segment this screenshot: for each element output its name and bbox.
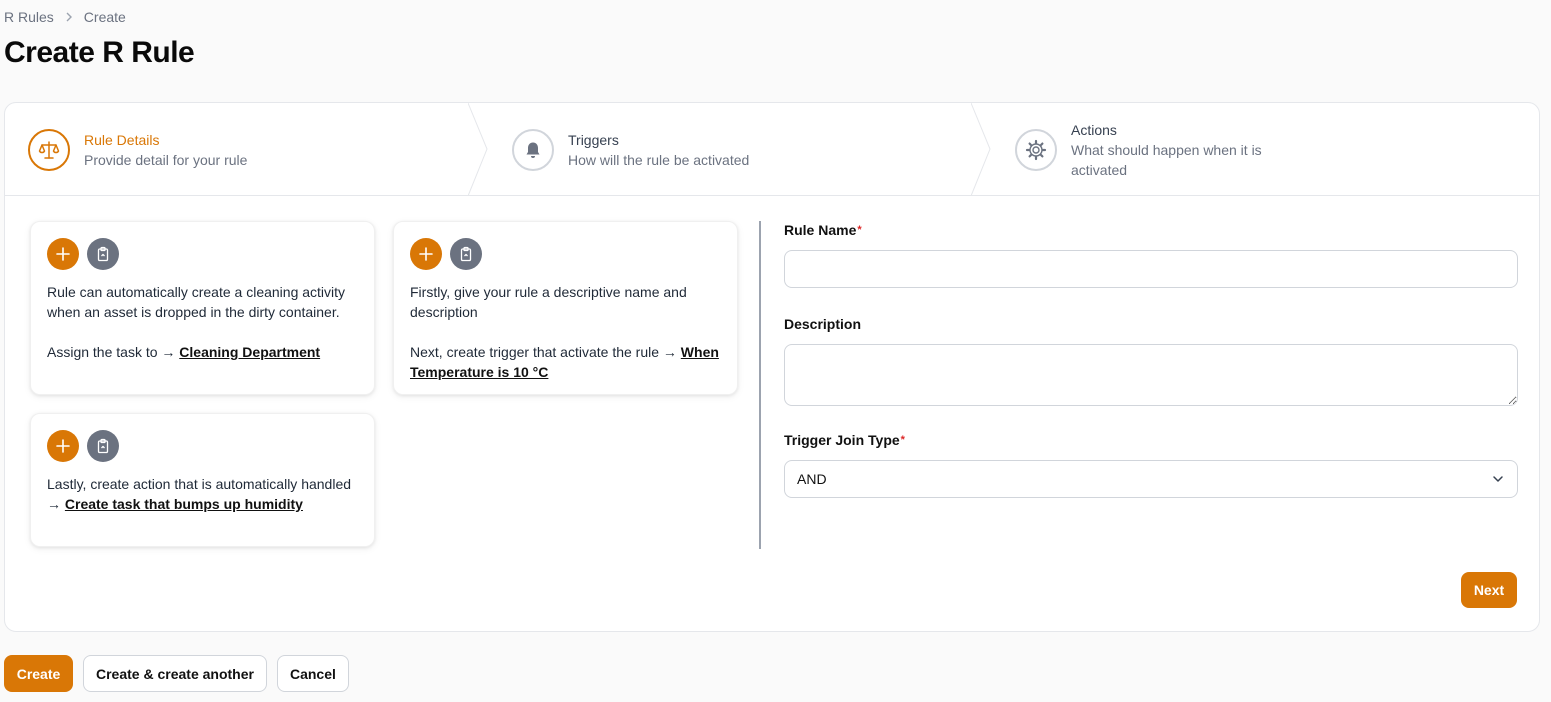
trigger-join-type-select[interactable]: AND bbox=[784, 460, 1518, 498]
rule-form: Rule Name* Description Trigger Join Type… bbox=[784, 220, 1518, 498]
tip-text: Next, create trigger that activate the r… bbox=[410, 342, 721, 382]
gear-icon bbox=[1015, 128, 1057, 171]
required-mark: * bbox=[900, 434, 905, 446]
step-title: Triggers bbox=[568, 131, 619, 148]
tip-card: Lastly, create action that is automatica… bbox=[30, 413, 375, 547]
description-textarea[interactable] bbox=[784, 344, 1518, 406]
clipboard-icon[interactable] bbox=[87, 430, 119, 462]
tip-text: Lastly, create action that is automatica… bbox=[47, 474, 358, 514]
description-label: Description bbox=[784, 316, 862, 332]
breadcrumb-current: Create bbox=[83, 9, 126, 25]
step-subtitle: Provide detail for your rule bbox=[84, 151, 248, 168]
step-triggers[interactable]: Triggers How will the rule be activated bbox=[512, 103, 749, 196]
next-button[interactable]: Next bbox=[1461, 572, 1517, 608]
step-divider bbox=[468, 103, 488, 196]
scale-icon bbox=[28, 128, 70, 171]
rule-name-input[interactable] bbox=[784, 250, 1518, 288]
trigger-join-type-label: Trigger Join Type* bbox=[784, 432, 905, 448]
breadcrumb-parent-link[interactable]: R Rules bbox=[4, 9, 54, 25]
page-title: Create R Rule bbox=[4, 36, 195, 69]
rule-wizard-card: Rule Details Provide detail for your rul… bbox=[4, 102, 1540, 632]
tip-text: Rule can automatically create a cleaning… bbox=[47, 284, 346, 320]
clipboard-icon[interactable] bbox=[87, 238, 119, 270]
tip-card: Firstly, give your rule a descriptive na… bbox=[393, 221, 738, 395]
required-mark: * bbox=[857, 224, 862, 236]
step-divider bbox=[971, 103, 991, 196]
page: R Rules Create Create R Rule Rule Detail… bbox=[0, 0, 1551, 702]
tip-link[interactable]: Create task that bumps up humidity bbox=[65, 496, 303, 512]
step-subtitle: What should happen when it is activated bbox=[1071, 141, 1262, 178]
wizard-stepper: Rule Details Provide detail for your rul… bbox=[5, 103, 1539, 196]
clipboard-icon[interactable] bbox=[450, 238, 482, 270]
step-subtitle: How will the rule be activated bbox=[568, 151, 750, 168]
create-button[interactable]: Create bbox=[4, 655, 73, 692]
tip-link[interactable]: Cleaning Department bbox=[179, 344, 320, 360]
select-value: AND bbox=[797, 471, 827, 487]
vertical-divider bbox=[759, 221, 761, 549]
plus-icon[interactable] bbox=[47, 238, 79, 270]
step-actions[interactable]: Actions What should happen when it is ac… bbox=[1015, 103, 1301, 196]
bell-icon bbox=[512, 128, 554, 171]
step-title: Rule Details bbox=[84, 131, 160, 148]
tip-text: Assign the task to → Cleaning Department bbox=[47, 342, 358, 362]
form-footer-actions: Create Create & create another Cancel bbox=[4, 655, 349, 692]
rule-name-label: Rule Name* bbox=[784, 222, 862, 238]
step-rule-details[interactable]: Rule Details Provide detail for your rul… bbox=[28, 103, 247, 196]
create-and-create-another-button[interactable]: Create & create another bbox=[83, 655, 267, 692]
plus-icon[interactable] bbox=[47, 430, 79, 462]
tip-card: Rule can automatically create a cleaning… bbox=[30, 221, 375, 395]
chevron-right-icon bbox=[64, 12, 74, 22]
step-title: Actions bbox=[1071, 121, 1117, 138]
plus-icon[interactable] bbox=[410, 238, 442, 270]
cancel-button[interactable]: Cancel bbox=[276, 655, 349, 692]
chevron-down-icon bbox=[1491, 472, 1505, 489]
tip-text: Firstly, give your rule a descriptive na… bbox=[410, 284, 687, 320]
tip-text-prefix: Next, create trigger that activate the r… bbox=[410, 344, 681, 360]
breadcrumb: R Rules Create bbox=[4, 9, 126, 25]
tip-text-prefix: Assign the task to → bbox=[47, 344, 180, 360]
